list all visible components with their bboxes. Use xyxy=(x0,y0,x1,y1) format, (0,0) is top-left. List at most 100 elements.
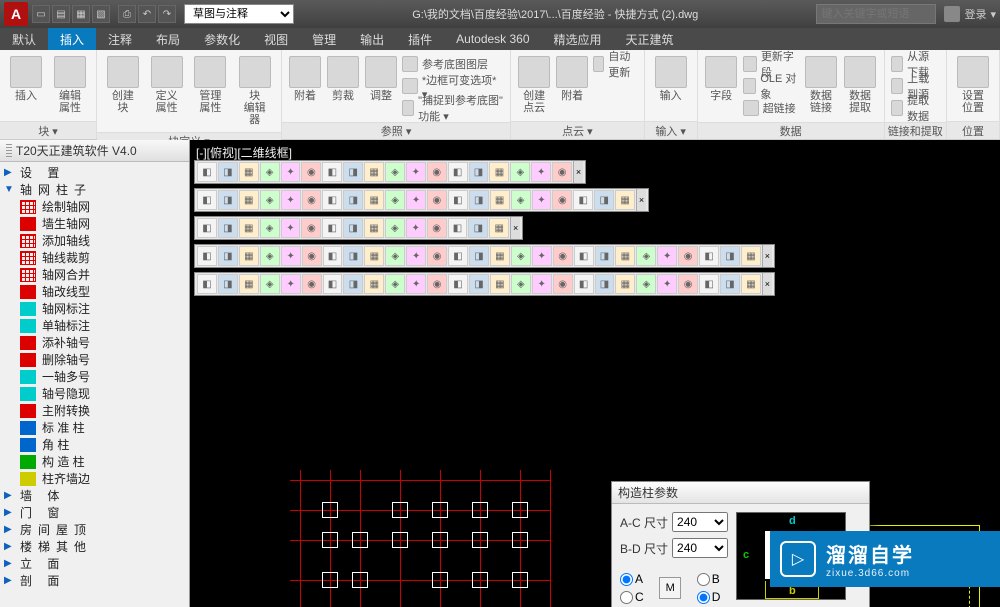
menu-tab-6[interactable]: 管理 xyxy=(300,28,348,50)
toolbar-button[interactable]: ▦ xyxy=(364,218,384,238)
toolbar-button[interactable]: ◧ xyxy=(699,274,719,294)
toolbar-button[interactable]: ✦ xyxy=(657,246,677,266)
viewport-label[interactable]: [-][俯视][二维线框] xyxy=(196,144,292,161)
toolbar-button[interactable]: ▦ xyxy=(239,274,259,294)
toolbar-button[interactable]: ◨ xyxy=(595,246,615,266)
ribbon-row-3-0[interactable]: 自动更新 xyxy=(593,54,637,74)
toolbar-button[interactable]: ◈ xyxy=(260,246,280,266)
toolbar-button[interactable]: ✦ xyxy=(657,274,677,294)
toolbar-button[interactable]: ◨ xyxy=(343,218,363,238)
toolbar-button[interactable]: ▦ xyxy=(239,218,259,238)
toolbar-button[interactable]: ▦ xyxy=(239,190,259,210)
toolbar-button[interactable]: ◨ xyxy=(343,274,363,294)
toolbar-button[interactable]: ✦ xyxy=(281,246,301,266)
bd-size-combo[interactable]: 240 xyxy=(672,538,728,558)
toolbar-button[interactable]: ◧ xyxy=(323,274,343,294)
ribbon-btn-0-0[interactable]: 插入 xyxy=(6,54,46,104)
ribbon-panel-title[interactable]: 块 ▾ xyxy=(0,121,96,139)
tree-node-1[interactable]: ▼轴网柱子 xyxy=(0,181,189,198)
ribbon-row-6-2[interactable]: 提取数据 xyxy=(891,98,940,118)
tree-node-19[interactable]: ▶墙 体 xyxy=(0,487,189,504)
toolbar-button[interactable]: ▦ xyxy=(615,246,635,266)
toolbar-button[interactable]: ◧ xyxy=(574,274,594,294)
tree-node-21[interactable]: ▶房间屋顶 xyxy=(0,521,189,538)
toolbar-button[interactable]: ✦ xyxy=(406,246,426,266)
ribbon-panel-title[interactable]: 点云 ▾ xyxy=(511,121,643,139)
toolbar-button[interactable]: ◉ xyxy=(301,162,321,182)
tree-node-0[interactable]: ▶设 置 xyxy=(0,164,189,181)
qat-undo-icon[interactable]: ↶ xyxy=(138,5,156,23)
toolbar-close-icon[interactable]: × xyxy=(510,217,520,239)
toolbar-button[interactable]: ◈ xyxy=(385,218,405,238)
toolbar-button[interactable]: ◧ xyxy=(448,190,468,210)
ribbon-panel-title[interactable]: 链接和提取 xyxy=(885,122,946,139)
toolbar-button[interactable]: ◉ xyxy=(678,274,698,294)
toolbar-button[interactable]: ✦ xyxy=(406,218,426,238)
tree-node-10[interactable]: 添补轴号 xyxy=(0,334,189,351)
tree-node-11[interactable]: 删除轴号 xyxy=(0,351,189,368)
ribbon-extra-5-0[interactable]: 数据链接 xyxy=(803,54,838,116)
toolbar-button[interactable]: ◉ xyxy=(427,246,447,266)
toolbar-button[interactable]: ◉ xyxy=(427,218,447,238)
login-button[interactable]: 登录 ▾ xyxy=(944,6,996,22)
toolbar-button[interactable]: ◧ xyxy=(197,162,217,182)
toolbar-button[interactable]: ✦ xyxy=(532,246,552,266)
toolbar-button[interactable]: ◉ xyxy=(552,162,572,182)
toolbar-button[interactable]: ▦ xyxy=(741,274,761,294)
floating-toolbar-0[interactable]: ◧◨▦◈✦◉◧◨▦◈✦◉◧◨▦◈✦◉× xyxy=(194,160,586,184)
toolbar-button[interactable]: ◉ xyxy=(302,190,322,210)
tree-node-9[interactable]: 单轴标注 xyxy=(0,317,189,334)
toolbar-button[interactable]: ◨ xyxy=(469,274,489,294)
toolbar-button[interactable]: ✦ xyxy=(531,162,551,182)
app-logo[interactable]: A xyxy=(4,2,28,26)
ribbon-row-5-2[interactable]: 超链接 xyxy=(743,98,800,118)
toolbar-close-icon[interactable]: × xyxy=(636,189,646,211)
workspace-combo[interactable]: 草图与注释 xyxy=(184,4,294,24)
tree-node-18[interactable]: 柱齐墙边 xyxy=(0,470,189,487)
qat-redo-icon[interactable]: ↷ xyxy=(158,5,176,23)
toolbar-button[interactable]: ◈ xyxy=(511,274,531,294)
tree-node-22[interactable]: ▶楼梯其他 xyxy=(0,538,189,555)
radio-c[interactable]: C xyxy=(620,590,651,604)
toolbar-button[interactable]: ◈ xyxy=(260,190,280,210)
toolbar-button[interactable]: ◧ xyxy=(197,274,217,294)
tree-node-7[interactable]: 轴改线型 xyxy=(0,283,189,300)
toolbar-button[interactable]: ◈ xyxy=(385,162,405,182)
toolbar-button[interactable]: ◈ xyxy=(636,274,656,294)
toolbar-button[interactable]: ◉ xyxy=(302,274,322,294)
radio-b[interactable]: B xyxy=(697,572,728,586)
toolbar-button[interactable]: ▦ xyxy=(364,162,384,182)
toolbar-button[interactable]: ✦ xyxy=(281,162,301,182)
toolbar-button[interactable]: ◨ xyxy=(594,190,614,210)
tree-node-3[interactable]: 墙生轴网 xyxy=(0,215,189,232)
ribbon-btn-2-1[interactable]: 剪裁 xyxy=(326,54,360,104)
ribbon-btn-1-0[interactable]: 创建块 xyxy=(103,54,143,116)
ribbon-btn-1-2[interactable]: 管理属性 xyxy=(191,54,231,116)
ribbon-panel-title[interactable]: 输入 ▾ xyxy=(645,121,697,139)
toolbar-button[interactable]: ◨ xyxy=(218,190,238,210)
toolbar-button[interactable]: ◨ xyxy=(720,246,740,266)
ac-size-combo[interactable]: 240 xyxy=(672,512,728,532)
toolbar-close-icon[interactable]: × xyxy=(762,245,772,267)
ribbon-row-2-2[interactable]: "捕捉到参考底图" 功能 ▾ xyxy=(402,98,504,118)
toolbar-button[interactable]: ✦ xyxy=(532,274,552,294)
toolbar-button[interactable]: ◧ xyxy=(448,218,468,238)
ribbon-row-5-1[interactable]: OLE 对象 xyxy=(743,76,800,96)
toolbar-button[interactable]: ✦ xyxy=(281,274,301,294)
toolbar-button[interactable]: ✦ xyxy=(406,274,426,294)
toolbar-button[interactable]: ◨ xyxy=(343,190,363,210)
toolbar-button[interactable]: ◉ xyxy=(427,274,447,294)
tree-node-5[interactable]: 轴线裁剪 xyxy=(0,249,189,266)
toolbar-button[interactable]: ◉ xyxy=(552,190,572,210)
toolbar-button[interactable]: ◨ xyxy=(218,162,238,182)
toolbar-button[interactable]: ◨ xyxy=(595,274,615,294)
menu-tab-4[interactable]: 参数化 xyxy=(192,28,252,50)
toolbar-button[interactable]: ▦ xyxy=(364,246,384,266)
toolbar-button[interactable]: ◨ xyxy=(720,274,740,294)
menu-tab-0[interactable]: 默认 xyxy=(0,28,48,50)
toolbar-button[interactable]: ◧ xyxy=(574,246,594,266)
toolbar-button[interactable]: ◈ xyxy=(511,190,531,210)
toolbar-button[interactable]: ◧ xyxy=(699,246,719,266)
floating-toolbar-1[interactable]: ◧◨▦◈✦◉◧◨▦◈✦◉◧◨▦◈✦◉◧◨▦× xyxy=(194,188,649,212)
toolbar-button[interactable]: ▦ xyxy=(490,274,510,294)
